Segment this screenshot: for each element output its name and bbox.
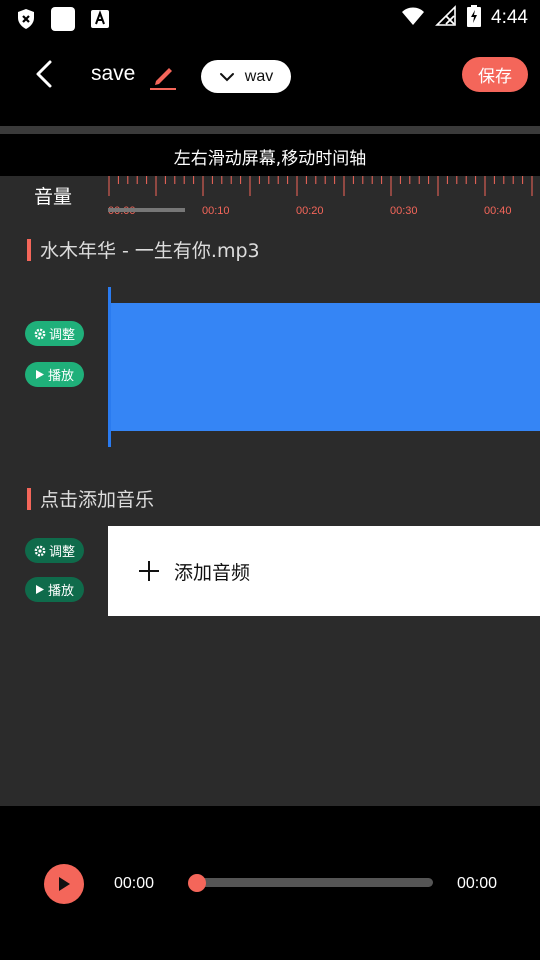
rename-button[interactable] [148,61,178,91]
pencil-icon [150,68,176,90]
add-audio-button[interactable]: 添加音频 [108,526,540,616]
seek-thumb[interactable] [188,874,206,892]
play-icon [35,585,44,594]
track-name: 点击添加音乐 [40,489,155,511]
chevron-left-icon [36,60,52,88]
volume-label: 音量 [34,186,73,208]
plus-icon [136,558,162,584]
adjust-button[interactable]: 调整 [25,538,84,563]
format-dropdown[interactable]: wav [201,60,291,93]
battery-charging-icon [467,5,482,31]
player-bar: 00:00 00:00 [0,806,540,960]
timeline-hint: 左右滑动屏幕,移动时间轴 [0,136,540,176]
file-name: save [91,62,136,85]
ruler-tick-label: 00:30 [390,205,418,216]
play-track-button[interactable]: 播放 [25,362,84,387]
status-bar: 4:44 [0,0,540,36]
ruler-tick-label: 00:20 [296,205,324,216]
ruler-playhead-bar [108,208,185,212]
add-audio-label: 添加音频 [174,561,251,584]
adjust-button[interactable]: 调整 [25,321,84,346]
track-title: 点击添加音乐 [27,485,154,512]
divider [0,126,540,134]
wifi-icon [401,6,425,30]
track-marker [27,487,31,510]
font-a-icon [90,9,110,33]
waveform[interactable] [111,303,540,431]
format-value: wav [244,67,274,85]
back-button[interactable] [28,56,60,92]
play-label: 播放 [47,584,74,599]
editor-panel[interactable]: 音量 00:0000:1000:2000:3000:40 水木年华 - 一生有你… [0,176,540,806]
track-marker [27,238,31,261]
save-button[interactable]: 保存 [462,57,528,92]
seek-bar[interactable] [196,878,433,887]
adjust-label: 调整 [48,328,75,343]
gear-icon [34,545,46,556]
ruler-tick-label: 00:40 [484,205,512,216]
play-button[interactable] [44,864,84,904]
play-label: 播放 [47,369,74,384]
toolbar: save wav 保存 [0,36,540,126]
play-track-button[interactable]: 播放 [25,577,84,602]
current-time: 00:00 [114,875,155,892]
play-icon [35,370,44,379]
clock: 4:44 [491,7,528,28]
chevron-down-icon [219,72,234,81]
shield-close-icon [16,8,36,34]
play-icon [59,877,70,891]
no-signal-icon [435,5,457,31]
track-name: 水木年华 - 一生有你.mp3 [40,240,260,262]
app-square-icon [50,6,76,36]
adjust-label: 调整 [48,545,75,560]
gear-icon [34,328,46,339]
ruler-tick-label: 00:10 [202,205,230,216]
total-time: 00:00 [457,875,498,892]
track-title: 水木年华 - 一生有你.mp3 [27,236,260,263]
